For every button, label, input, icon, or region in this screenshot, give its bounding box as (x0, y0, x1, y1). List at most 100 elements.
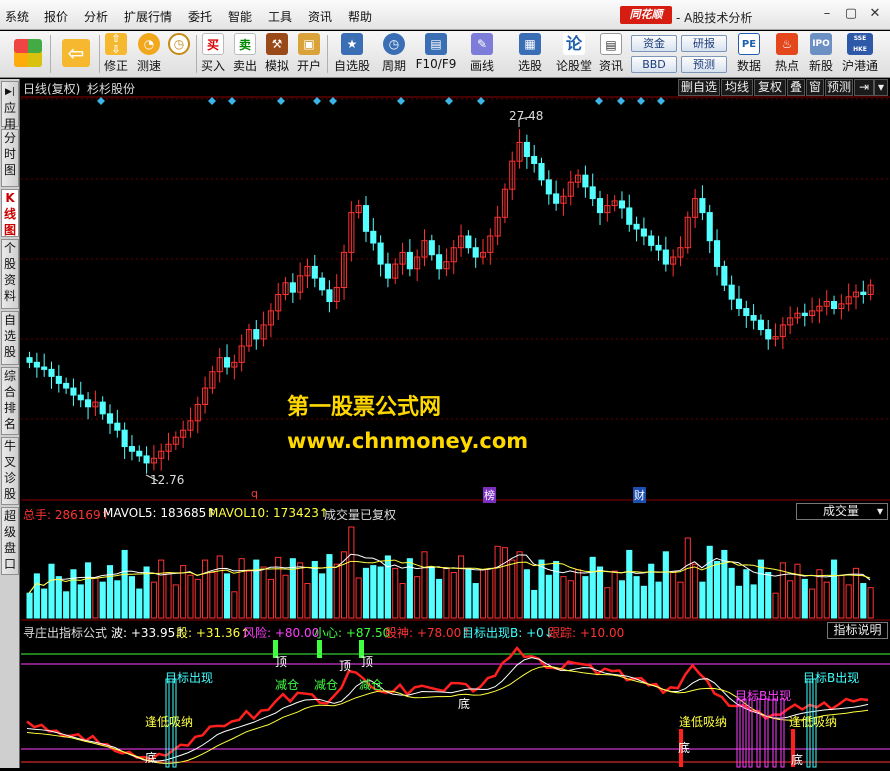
candle-body (538, 162, 545, 181)
f10-button[interactable]: ▤ F10/F9 (414, 33, 458, 76)
buy-button[interactable]: 买 买入 (198, 33, 228, 76)
event-marker-cai[interactable]: 财 (633, 487, 646, 503)
stock-screen-button[interactable]: ▦ 选股 (510, 33, 550, 76)
sell-button[interactable]: 卖 卖出 (230, 33, 260, 76)
hotspot-button[interactable]: ♨ 热点 (772, 33, 802, 76)
open-account-button[interactable]: ▣ 开户 (294, 33, 324, 76)
simulate-button[interactable]: ⚒ 模拟 (262, 33, 292, 76)
predict-button[interactable]: 预测 (825, 79, 853, 96)
candle-body (128, 446, 136, 452)
adjust-button[interactable]: 复权 (754, 79, 786, 96)
menu-news[interactable]: 资讯 (308, 8, 332, 25)
signal-diamond (637, 97, 645, 105)
forum-button[interactable]: 论 论股堂 (554, 33, 594, 76)
maximize-button[interactable]: ▢ (840, 5, 862, 23)
volume-bar (128, 576, 136, 619)
bbd-pill[interactable]: BBD (631, 56, 677, 73)
volume-bar (750, 584, 757, 619)
candle-body (70, 387, 77, 396)
ma-button[interactable]: 均线 (721, 79, 753, 96)
menu-entrust[interactable]: 委托 (188, 8, 212, 25)
candle-body (830, 301, 838, 310)
volume-bar (458, 555, 465, 619)
period-button[interactable]: ◷ 周期 (376, 33, 412, 76)
menu-analysis[interactable]: 分析 (84, 8, 108, 25)
hk-connect-button[interactable]: SSE HKE 沪港通 (840, 33, 880, 76)
candle-body (77, 394, 84, 401)
menu-smart[interactable]: 智能 (228, 8, 252, 25)
chevron-down-icon: ▾ (876, 504, 883, 518)
volume-bar (158, 559, 165, 619)
event-marker-q[interactable]: q (251, 487, 258, 500)
menu-extended-market[interactable]: 扩展行情 (124, 8, 172, 25)
indicator-name: 寻庄出指标公式 (23, 626, 108, 640)
tab-diagnosis[interactable]: 牛叉诊股 (1, 437, 19, 505)
tab-ranking[interactable]: 综合排名 (1, 367, 19, 435)
back-button[interactable]: ⇦ (56, 33, 96, 76)
volume-bar (735, 585, 743, 619)
candle-body (648, 235, 655, 246)
minimize-button[interactable]: – (816, 5, 838, 23)
tab-apps[interactable]: ▶| 应用 (1, 81, 19, 131)
candle-body (721, 265, 728, 286)
signal-diamond (595, 97, 603, 105)
remove-watchlist-button[interactable]: 删自选 (678, 79, 720, 96)
tab-super-book[interactable]: 超级盘口 (1, 507, 19, 575)
volume-ma5: MAVOL5: 183685↑ (103, 506, 217, 520)
correct-button[interactable]: ⇧ ⇩ 修正 (100, 33, 132, 76)
new-stock-button[interactable]: IPO 新股 (806, 33, 836, 76)
tab-stock-info[interactable]: 个股资料 (1, 239, 19, 309)
grid-button[interactable] (10, 33, 46, 76)
news-button[interactable]: ▤ 资讯 (596, 33, 626, 76)
annotation-top-1: 顶 (275, 655, 288, 669)
tab-intraday[interactable]: 分时图 (1, 129, 19, 187)
volume-selector[interactable]: 成交量 ▾ (796, 503, 888, 520)
target-repeat-bar (742, 698, 747, 768)
menu-tools[interactable]: 工具 (268, 8, 292, 25)
event-marker-bang[interactable]: 榜 (483, 487, 496, 503)
overlay-button[interactable]: 叠 (787, 79, 805, 96)
volume-bar (333, 563, 340, 619)
chart-area[interactable]: 日线(复权) 杉杉股份 删自选 均线 复权 叠 窗 预测 ⇥ ▾ 27.48 1… (21, 79, 890, 768)
screen-icon: ▦ (519, 33, 541, 55)
reduce-marker (317, 640, 322, 658)
data-button[interactable]: PE 数据 (734, 33, 764, 76)
clock-icon: ◷ (168, 33, 190, 55)
volume-bar (450, 572, 457, 619)
speed-icon: ◔ (138, 33, 160, 55)
measure-button[interactable]: ◷ (164, 33, 194, 76)
chart-canvas[interactable] (21, 79, 890, 768)
draw-line-button[interactable]: ✎ 画线 (462, 33, 502, 76)
sell-icon: 卖 (234, 33, 256, 55)
watchlist-button[interactable]: ★ 自选股 (330, 33, 374, 76)
volume-bar (114, 580, 121, 619)
forecast-pill[interactable]: 预测 (681, 56, 727, 73)
low-price-label: 12.76 (150, 473, 185, 487)
speed-test-button[interactable]: ◔ 测速 (134, 33, 164, 76)
expand-icon[interactable]: ⇥ (854, 79, 874, 96)
menu-system[interactable]: 系统 (5, 8, 29, 25)
menu-quote[interactable]: 报价 (44, 8, 68, 25)
chart-period: 日线(复权) (23, 82, 81, 96)
signal-diamond (97, 97, 105, 105)
dropdown-icon[interactable]: ▾ (874, 79, 888, 96)
window-button[interactable]: 窗 (806, 79, 824, 96)
volume-bar (772, 592, 779, 619)
volume-bar (304, 583, 311, 619)
research-pill[interactable]: 研报 (681, 35, 727, 52)
candle-body (640, 228, 647, 237)
signal-diamond (208, 97, 216, 105)
watermark-url: www.chnmoney.com (287, 429, 529, 453)
menu-help[interactable]: 帮助 (348, 8, 372, 25)
annotation-reduce-3: 减仓 (359, 678, 384, 692)
fund-pill[interactable]: 资金 (631, 35, 677, 52)
indicator-help-button[interactable]: 指标说明 (827, 622, 888, 639)
volume-bar (85, 562, 92, 619)
chat-icon: 论 (563, 33, 585, 55)
candle-body (289, 282, 296, 293)
tab-kline[interactable]: K线图 (1, 189, 19, 237)
candle-body (143, 455, 150, 464)
close-button[interactable]: ✕ (864, 5, 886, 23)
indicator-wave: 波: +33.95↑ (111, 626, 186, 640)
tab-watchlist[interactable]: 自选股 (1, 311, 19, 365)
